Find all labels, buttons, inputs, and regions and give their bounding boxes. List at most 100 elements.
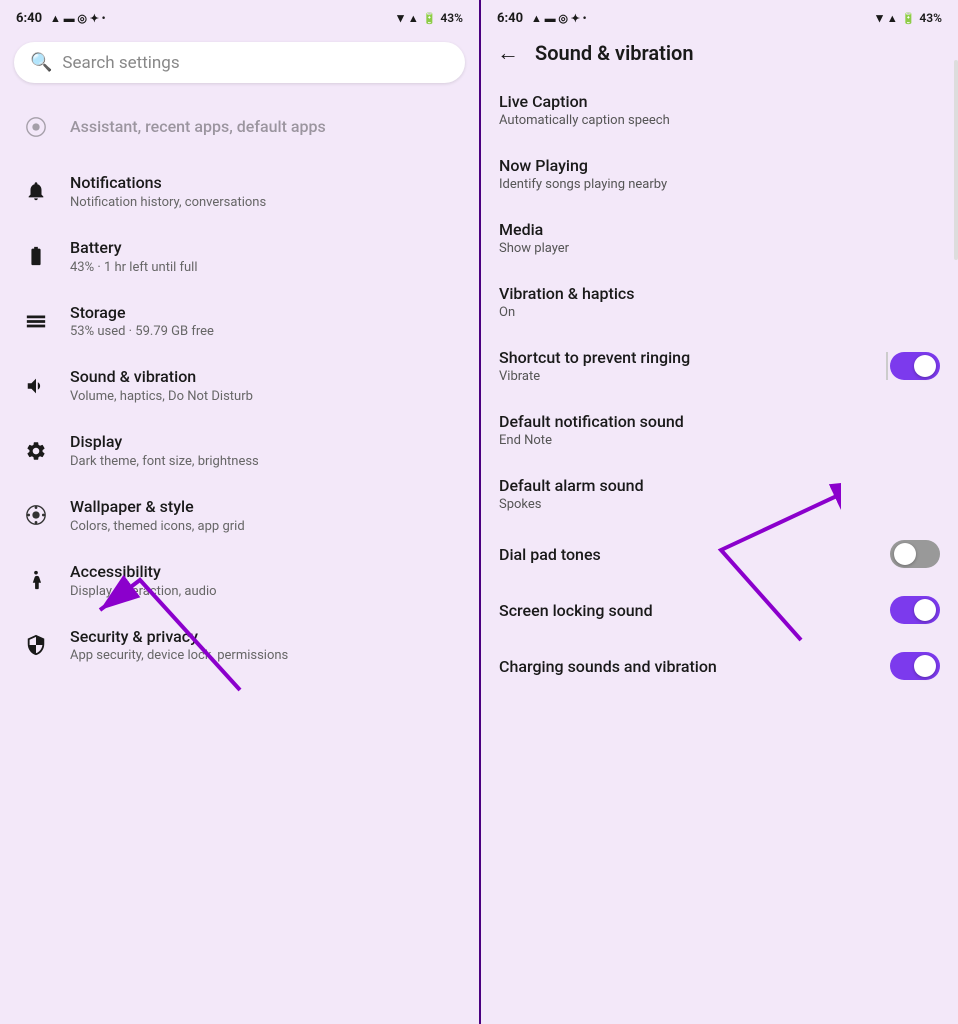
search-bar-container: 🔍 Search settings — [0, 32, 479, 95]
live-caption-title: Live Caption — [499, 92, 670, 111]
wallpaper-subtitle: Colors, themed icons, app grid — [70, 519, 461, 534]
now-playing-text: Now Playing Identify songs playing nearb… — [499, 156, 667, 192]
vibration-text: Vibration & haptics On — [499, 284, 635, 320]
storage-text: Storage 53% used · 59.79 GB free — [70, 303, 461, 340]
shortcut-title: Shortcut to prevent ringing — [499, 348, 690, 367]
charging-toggle-knob — [914, 655, 936, 677]
right-item-media[interactable]: Media Show player — [481, 206, 958, 270]
live-caption-subtitle: Automatically caption speech — [499, 113, 670, 128]
right-item-vibration[interactable]: Vibration & haptics On — [481, 270, 958, 334]
right-settings-list: Live Caption Automatically caption speec… — [481, 78, 958, 1024]
default-notification-text: Default notification sound End Note — [499, 412, 684, 448]
status-icons-right: ▲ ▬ ◎ ✦ • — [531, 12, 587, 25]
default-notification-subtitle: End Note — [499, 433, 684, 448]
security-icon — [18, 627, 54, 663]
panel-header: ← Sound & vibration — [481, 32, 958, 78]
settings-item-wallpaper[interactable]: Wallpaper & style Colors, themed icons, … — [4, 483, 475, 548]
scrollbar[interactable] — [954, 60, 958, 260]
right-item-charging[interactable]: Charging sounds and vibration — [481, 638, 958, 694]
storage-title: Storage — [70, 303, 461, 324]
right-item-shortcut[interactable]: Shortcut to prevent ringing Vibrate — [481, 334, 958, 398]
time-right: 6:40 — [497, 11, 523, 26]
dial-pad-text: Dial pad tones — [499, 545, 601, 564]
right-item-default-notification[interactable]: Default notification sound End Note — [481, 398, 958, 462]
wallpaper-title: Wallpaper & style — [70, 497, 461, 518]
sound-title: Sound & vibration — [70, 367, 461, 388]
right-panel: 6:40 ▲ ▬ ◎ ✦ • ▾ ▲ 🔋 43% ← Sound & vibra… — [479, 0, 958, 1024]
now-playing-subtitle: Identify songs playing nearby — [499, 177, 667, 192]
settings-list-left: Assistant, recent apps, default apps Not… — [0, 95, 479, 1024]
sound-subtitle: Volume, haptics, Do Not Disturb — [70, 389, 461, 404]
status-right-right: ▾ ▲ 🔋 43% — [876, 11, 942, 26]
status-icons-left: ▲ ▬ ◎ ✦ • — [50, 12, 106, 25]
screen-locking-text: Screen locking sound — [499, 601, 653, 620]
left-panel: 6:40 ▲ ▬ ◎ ✦ • ▾ ▲ 🔋 43% 🔍 Search settin… — [0, 0, 479, 1024]
status-left-right: 6:40 ▲ ▬ ◎ ✦ • — [497, 11, 587, 26]
assistant-text: Assistant, recent apps, default apps — [70, 117, 461, 138]
right-item-now-playing[interactable]: Now Playing Identify songs playing nearb… — [481, 142, 958, 206]
dial-pad-title: Dial pad tones — [499, 545, 601, 564]
battery-icon — [18, 238, 54, 274]
shortcut-toggle[interactable] — [890, 352, 940, 380]
wifi-icon-left: ▾ — [397, 11, 404, 26]
right-item-default-alarm[interactable]: Default alarm sound Spokes — [481, 462, 958, 526]
display-icon — [18, 433, 54, 469]
display-subtitle: Dark theme, font size, brightness — [70, 454, 461, 469]
security-title: Security & privacy — [70, 627, 461, 648]
shortcut-subtitle: Vibrate — [499, 369, 690, 384]
wallpaper-text: Wallpaper & style Colors, themed icons, … — [70, 497, 461, 534]
status-left: 6:40 ▲ ▬ ◎ ✦ • — [16, 11, 106, 26]
dial-pad-toggle[interactable] — [890, 540, 940, 568]
shortcut-toggle-knob — [914, 355, 936, 377]
default-alarm-subtitle: Spokes — [499, 497, 644, 512]
right-item-dial-pad[interactable]: Dial pad tones — [481, 526, 958, 582]
settings-item-storage[interactable]: Storage 53% used · 59.79 GB free — [4, 289, 475, 354]
shortcut-toggle-group — [884, 352, 940, 380]
settings-item-notifications[interactable]: Notifications Notification history, conv… — [4, 159, 475, 224]
sound-icon — [18, 368, 54, 404]
default-notification-title: Default notification sound — [499, 412, 684, 431]
settings-item-battery[interactable]: Battery 43% · 1 hr left until full — [4, 224, 475, 289]
display-text: Display Dark theme, font size, brightnes… — [70, 432, 461, 469]
battery-title: Battery — [70, 238, 461, 259]
time-left: 6:40 — [16, 11, 42, 26]
settings-item-assistant[interactable]: Assistant, recent apps, default apps — [4, 95, 475, 159]
search-bar[interactable]: 🔍 Search settings — [14, 42, 465, 83]
screen-locking-toggle-knob — [914, 599, 936, 621]
battery-percent-left: 43% — [440, 11, 463, 25]
charging-title: Charging sounds and vibration — [499, 657, 717, 676]
right-item-live-caption[interactable]: Live Caption Automatically caption speec… — [481, 78, 958, 142]
notifications-text: Notifications Notification history, conv… — [70, 173, 461, 210]
signal-icon-left: ▲ — [408, 12, 419, 25]
settings-item-sound[interactable]: Sound & vibration Volume, haptics, Do No… — [4, 353, 475, 418]
battery-text: Battery 43% · 1 hr left until full — [70, 238, 461, 275]
settings-item-display[interactable]: Display Dark theme, font size, brightnes… — [4, 418, 475, 483]
assistant-icon — [18, 109, 54, 145]
accessibility-text: Accessibility Display, interaction, audi… — [70, 562, 461, 599]
battery-subtitle: 43% · 1 hr left until full — [70, 260, 461, 275]
vibration-title: Vibration & haptics — [499, 284, 635, 303]
wifi-icon-right: ▾ — [876, 11, 883, 26]
notifications-subtitle: Notification history, conversations — [70, 195, 461, 210]
settings-item-security[interactable]: Security & privacy App security, device … — [4, 613, 475, 678]
sound-text: Sound & vibration Volume, haptics, Do No… — [70, 367, 461, 404]
default-alarm-title: Default alarm sound — [499, 476, 644, 495]
storage-icon — [18, 303, 54, 339]
status-bar-right: 6:40 ▲ ▬ ◎ ✦ • ▾ ▲ 🔋 43% — [481, 0, 958, 32]
screen-locking-toggle[interactable] — [890, 596, 940, 624]
assistant-title: Assistant, recent apps, default apps — [70, 117, 461, 138]
shortcut-divider — [886, 352, 888, 380]
charging-toggle[interactable] — [890, 652, 940, 680]
accessibility-title: Accessibility — [70, 562, 461, 583]
display-title: Display — [70, 432, 461, 453]
signal-icon-right: ▲ — [887, 12, 898, 25]
settings-item-accessibility[interactable]: Accessibility Display, interaction, audi… — [4, 548, 475, 613]
right-item-screen-locking[interactable]: Screen locking sound — [481, 582, 958, 638]
battery-icon-right: 🔋 — [902, 12, 916, 25]
back-button[interactable]: ← — [497, 40, 519, 66]
status-bar-left: 6:40 ▲ ▬ ◎ ✦ • ▾ ▲ 🔋 43% — [0, 0, 479, 32]
shortcut-text: Shortcut to prevent ringing Vibrate — [499, 348, 690, 384]
storage-subtitle: 53% used · 59.79 GB free — [70, 324, 461, 339]
notifications-title: Notifications — [70, 173, 461, 194]
accessibility-subtitle: Display, interaction, audio — [70, 584, 461, 599]
